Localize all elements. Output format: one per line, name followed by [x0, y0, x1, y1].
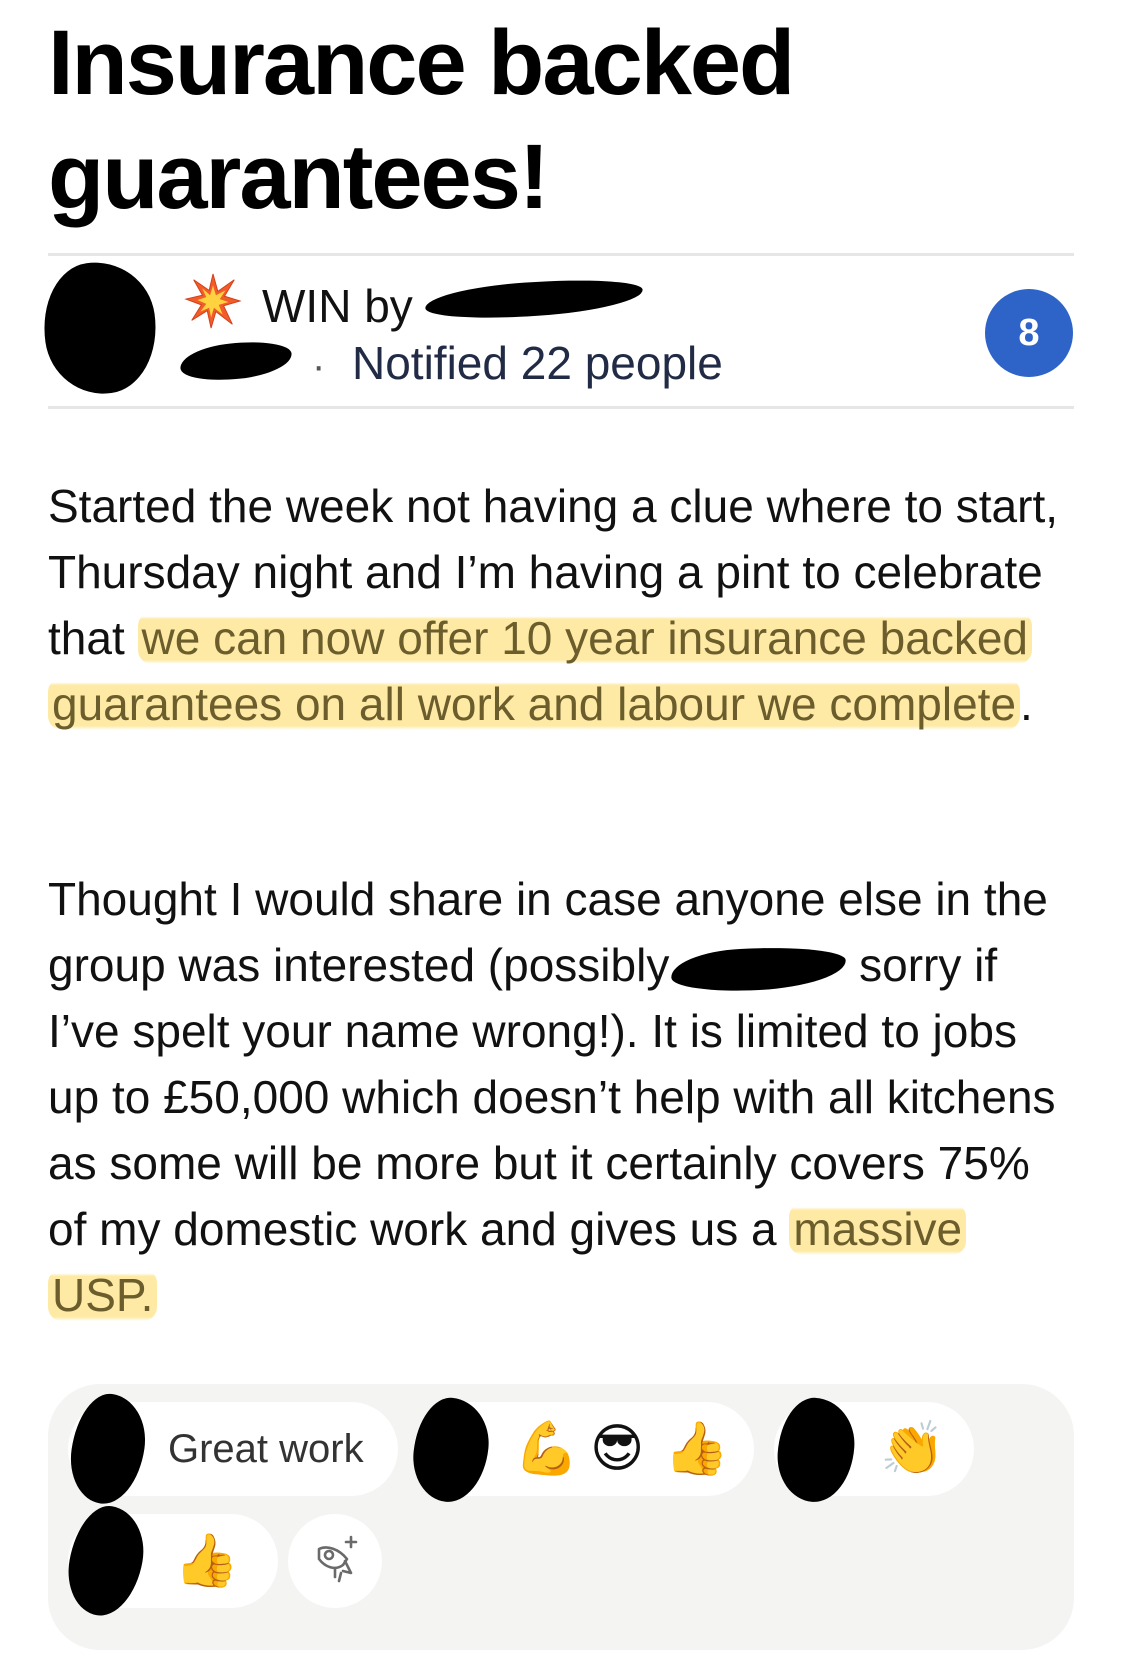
post-title: Insurance backed guarantees! [48, 12, 795, 228]
collision-burst-icon [184, 273, 242, 329]
add-reaction-button[interactable] [288, 1514, 382, 1608]
body-paragraph-2: Thought I would share in case anyone els… [48, 866, 1078, 1328]
reaction-great-work[interactable]: Great work [64, 1389, 398, 1509]
thumbs-up-icon: 👍 [664, 1419, 729, 1479]
thumbs-up-icon: 👍 [174, 1531, 239, 1591]
sunglasses-face-icon: 😎 [590, 1419, 645, 1479]
clapping-hands-icon: 👏 [880, 1419, 945, 1479]
divider-bottom [48, 406, 1074, 409]
reaction-text: Great work [168, 1427, 364, 1471]
reaction-clapping[interactable]: 👏 [774, 1395, 974, 1505]
flexed-biceps-icon: 💪 [514, 1419, 579, 1479]
body-paragraph-1: Started the week not having a clue where… [48, 473, 1078, 737]
rocket-plus-icon [317, 1535, 358, 1583]
reaction-emoji-set[interactable]: 💪 😎 👍 [408, 1394, 754, 1506]
comment-count-badge[interactable]: 8 [985, 289, 1073, 377]
post-type-label: WIN by [262, 280, 413, 332]
avatar-redacted[interactable] [35, 254, 165, 402]
body-text: . [1020, 678, 1033, 730]
divider-top [48, 253, 1074, 256]
notified-count: Notified 22 people [352, 337, 723, 389]
highlighted-text: we can now offer 10 year insurance backe… [48, 612, 1032, 730]
reaction-thumbs-up[interactable]: 👍 [60, 1500, 278, 1622]
author-name-redacted[interactable] [424, 274, 644, 324]
mention-redacted[interactable] [670, 943, 848, 995]
meta-separator: · [312, 344, 326, 388]
group-name-redacted[interactable] [178, 337, 294, 385]
